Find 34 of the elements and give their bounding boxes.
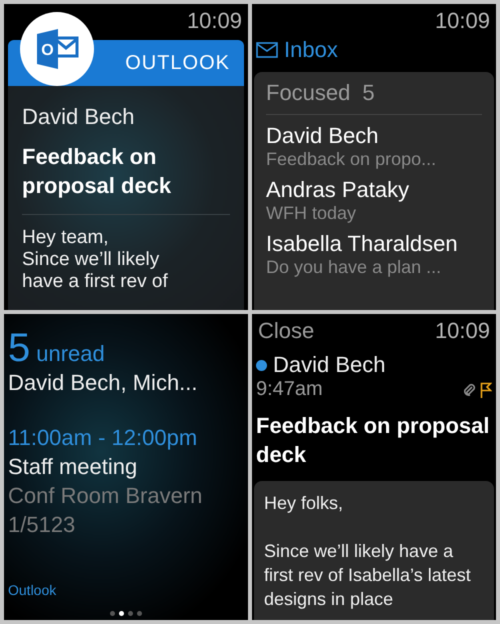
clock-time: 10:09 [186, 8, 242, 34]
app-logo-icon: O [20, 12, 94, 86]
subject-text: Feedback on proposal deck [22, 143, 172, 200]
section-count: 5 [362, 80, 375, 106]
message-preview: WFH today [266, 203, 358, 223]
page-dot[interactable] [110, 611, 115, 616]
message-preview: Feedback on propo... [266, 149, 438, 169]
message-sender[interactable]: Andras Pataky [266, 177, 482, 203]
subject-text: Feedback on proposal deck [255, 412, 490, 469]
message-sender[interactable]: David Bech [266, 123, 482, 149]
message-sender[interactable]: Isabella Tharaldsen [266, 231, 482, 257]
app-name: OUTLOOK [125, 52, 230, 74]
app-label: Outlook [8, 582, 58, 598]
clock-time: 10:09 [434, 318, 490, 344]
message-body: Hey team, Since we’ll likely have a first rev of [22, 227, 169, 293]
section-title: Focused [266, 80, 350, 106]
event-location: Conf Room Bravern 1/5123 [8, 482, 204, 539]
page-dot[interactable] [119, 611, 124, 616]
received-time: 9:47am [256, 378, 323, 401]
sender-name: David Bech [22, 104, 136, 130]
sender-name: David Bech [273, 352, 386, 378]
unread-label: unread [36, 341, 105, 367]
message-body: Hey folks, Since we’ll likely have a first rev of Isabella’s latest designs in place [254, 481, 494, 620]
page-dot[interactable] [128, 611, 133, 616]
event-time: 11:00am - 12:00pm [8, 424, 198, 452]
clock-time: 10:09 [434, 8, 490, 34]
inbox-title: Inbox [284, 37, 338, 63]
page-dot[interactable] [137, 611, 142, 616]
event-title: Staff meeting [8, 453, 138, 481]
close-button[interactable]: Close [258, 318, 314, 344]
message-preview: Do you have a plan ... [266, 257, 442, 277]
sender-list: David Bech, Mich... [8, 368, 244, 397]
unread-count: 5 [8, 328, 30, 368]
envelope-icon [256, 42, 278, 58]
